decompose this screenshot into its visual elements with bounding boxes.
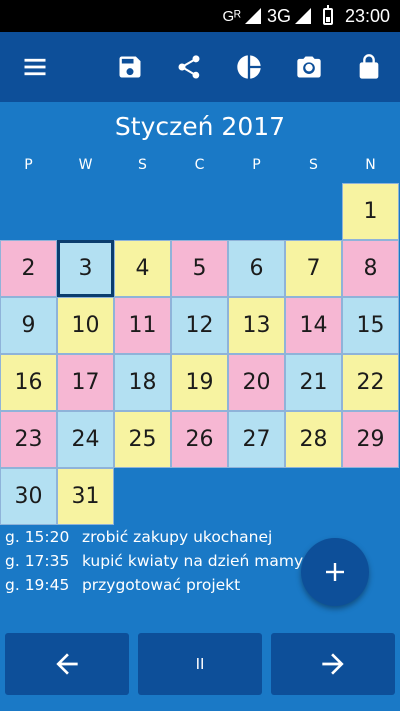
status-bar: Gᴿ 3G 23:00 [0, 0, 400, 32]
weekday-label: P [24, 157, 33, 173]
pause-button[interactable]: II [138, 633, 262, 695]
weekday-label: S [309, 157, 318, 173]
network-type-label: 3G [266, 5, 291, 26]
arrow-right-icon [322, 653, 344, 675]
calendar-day-15[interactable]: 15 [342, 297, 399, 354]
calendar-grid: 1 2 3 4 5 6 7 8 9 10 11 12 13 14 15 16 17 18 19 20 21 22 23 24 2… [0, 183, 400, 525]
save-icon[interactable] [113, 50, 147, 84]
task-item[interactable]: g. 17:35 kupić kwiaty na dzień mamy [5, 552, 305, 576]
calendar-day-1[interactable]: 1 [342, 183, 399, 240]
pie-chart-icon[interactable] [232, 50, 266, 84]
task-time: g. 19:45 [5, 576, 70, 594]
calendar-day-3[interactable]: 3 [57, 240, 114, 297]
previous-month-button[interactable] [5, 633, 129, 695]
calendar-day-2[interactable]: 2 [0, 240, 57, 297]
task-item[interactable]: g. 19:45 przygotować projekt [5, 576, 305, 600]
calendar-day-25[interactable]: 25 [114, 411, 171, 468]
task-text: kupić kwiaty na dzień mamy [81, 552, 304, 570]
weekday-label: P [252, 157, 261, 173]
calendar-day-9[interactable]: 9 [0, 297, 57, 354]
calendar-day-12[interactable]: 12 [171, 297, 228, 354]
calendar-day-30[interactable]: 30 [0, 468, 57, 525]
calendar-day-19[interactable]: 19 [171, 354, 228, 411]
calendar-day-11[interactable]: 11 [114, 297, 171, 354]
calendar-day-29[interactable]: 29 [342, 411, 399, 468]
weekday-label: W [78, 157, 93, 173]
task-time: g. 17:35 [5, 552, 70, 570]
menu-icon[interactable] [18, 50, 52, 84]
next-month-button[interactable] [271, 633, 395, 695]
toolbar [0, 32, 400, 102]
pause-label: II [195, 655, 205, 673]
task-item[interactable]: g. 15:20 zrobić zakupy ukochanej [5, 528, 305, 552]
plus-icon [326, 563, 344, 581]
weekday-label: N [365, 157, 376, 173]
camera-icon[interactable] [292, 50, 326, 84]
battery-icon [322, 4, 333, 25]
task-list: g. 15:20 zrobić zakupy ukochanej g. 17:3… [5, 528, 305, 600]
task-time: g. 15:20 [5, 528, 70, 546]
task-text: przygotować projekt [81, 576, 241, 594]
calendar-day-14[interactable]: 14 [285, 297, 342, 354]
calendar-day-13[interactable]: 13 [228, 297, 285, 354]
calendar-day-16[interactable]: 16 [0, 354, 57, 411]
weekday-label: S [138, 157, 147, 173]
calendar-day-18[interactable]: 18 [114, 354, 171, 411]
lock-icon[interactable] [352, 50, 386, 84]
calendar-day-17[interactable]: 17 [57, 354, 114, 411]
calendar-day-31[interactable]: 31 [57, 468, 114, 525]
weekday-header: PWSCPSN [0, 157, 400, 177]
calendar-day-23[interactable]: 23 [0, 411, 57, 468]
calendar-day-26[interactable]: 26 [171, 411, 228, 468]
calendar-day-6[interactable]: 6 [228, 240, 285, 297]
calendar-day-20[interactable]: 20 [228, 354, 285, 411]
calendar-day-5[interactable]: 5 [171, 240, 228, 297]
calendar-day-28[interactable]: 28 [285, 411, 342, 468]
arrow-left-icon [56, 653, 78, 675]
add-task-button[interactable] [301, 538, 369, 606]
status-time: 23:00 [344, 5, 390, 26]
month-title: Styczeń 2017 [114, 112, 286, 141]
signal-strength-icon [244, 8, 261, 24]
calendar-day-10[interactable]: 10 [57, 297, 114, 354]
signal-strength-icon-2 [294, 8, 311, 24]
calendar-day-27[interactable]: 27 [228, 411, 285, 468]
calendar-day-4[interactable]: 4 [114, 240, 171, 297]
weekday-label: C [194, 157, 205, 173]
calendar-day-22[interactable]: 22 [342, 354, 399, 411]
task-text: zrobić zakupy ukochanej [81, 528, 273, 546]
calendar-day-24[interactable]: 24 [57, 411, 114, 468]
signal-g-label: Gᴿ [222, 7, 241, 25]
calendar-day-7[interactable]: 7 [285, 240, 342, 297]
calendar-day-21[interactable]: 21 [285, 354, 342, 411]
calendar-day-8[interactable]: 8 [342, 240, 399, 297]
share-icon[interactable] [172, 50, 206, 84]
